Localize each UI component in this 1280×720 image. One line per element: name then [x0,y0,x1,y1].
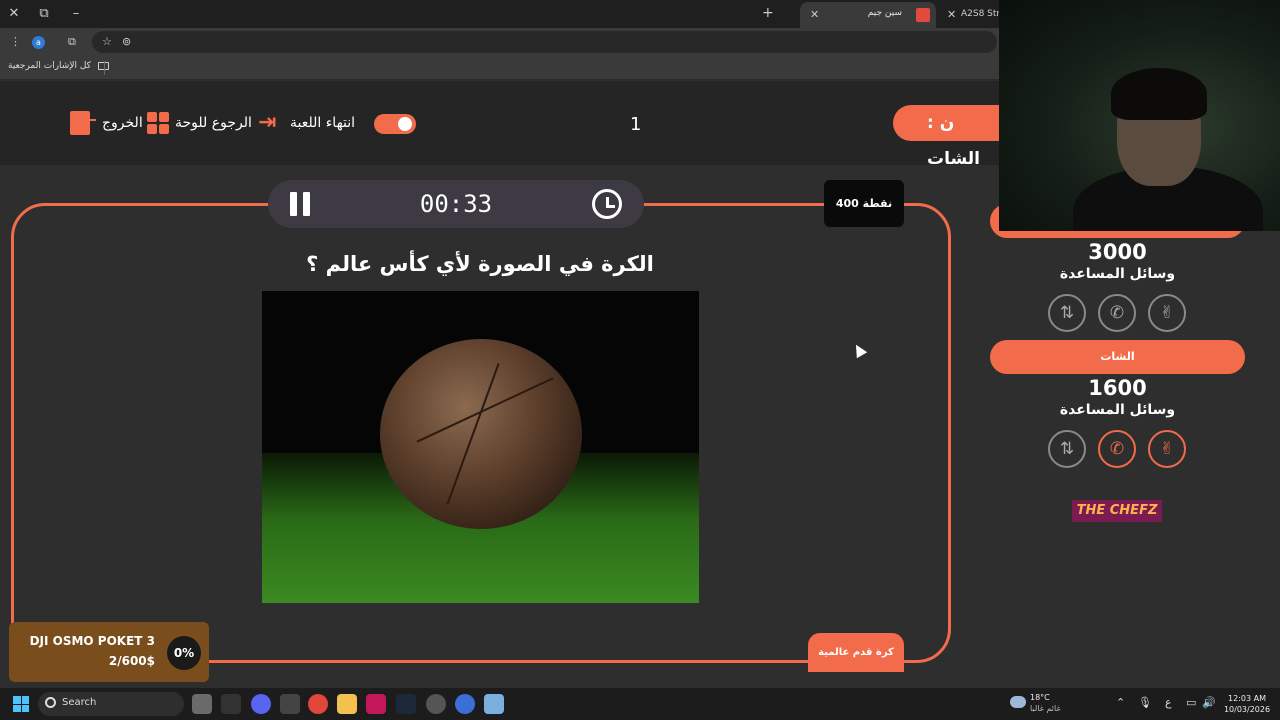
steam-icon[interactable] [396,694,416,714]
team-1-score: 3000 [1088,240,1147,264]
donation-goal-widget: DJI OSMO POKET 3 2/600$ 0% [9,622,209,682]
search-icon [45,697,56,708]
question-image [262,291,699,603]
app-icon[interactable] [280,694,300,714]
menu-dots-icon[interactable]: ⋮ [10,35,21,49]
chevron-up-icon[interactable]: ⌃ [1116,696,1125,709]
tab-title: سين جيم [867,8,902,18]
system-clock[interactable]: 12:03 AM 10/03/2026 [1222,693,1272,715]
clock-date: 10/03/2026 [1223,705,1271,714]
back-to-board-label: الرجوع للوحة [175,115,252,131]
epic-games-icon[interactable] [221,694,241,714]
windows-taskbar: Search 18°C غائم غالبا ⌃ 🎙 ع ▭ 🔊 12:03 A… [0,688,1280,720]
reset-timer-icon[interactable] [592,189,622,219]
team-2-aids-title: وسائل المساعدة [1059,402,1176,418]
cloud-icon [1010,696,1026,708]
extensions-icon[interactable]: ⧉ [68,35,76,49]
obs-icon[interactable] [426,694,446,714]
peace-hand-icon[interactable]: ✌ [1148,430,1186,468]
question-text: الكرة في الصورة لأي كأس عالم ؟ [306,252,654,276]
file-explorer-icon[interactable] [337,694,357,714]
swap-icon[interactable]: ⇅ [1048,294,1086,332]
photos-icon[interactable] [484,694,504,714]
phone-icon[interactable]: ✆ [1098,294,1136,332]
donation-amount: 2/600$ [108,654,155,668]
all-bookmarks-label: كل الإشارات المرجعية [8,61,91,71]
tab-inactive[interactable]: ✕ A2S8 Strea [945,2,1011,28]
profile-avatar[interactable]: a [32,36,45,49]
microphone-icon[interactable]: 🎙 [1138,696,1152,709]
team-1-aids-title: وسائل المساعدة [1059,266,1176,282]
tab-close-icon[interactable]: ✕ [947,8,956,21]
donation-title: DJI OSMO POKET 3 [29,634,155,648]
swap-icon[interactable]: ⇅ [1048,430,1086,468]
search-placeholder: Search [62,697,97,708]
peace-hand-icon[interactable]: ✌ [1148,294,1186,332]
taskbar-search[interactable]: Search [38,692,184,716]
logo-chefz: CHEFZ [1109,503,1158,518]
network-icon[interactable]: ▭ [1186,696,1196,709]
exit-button[interactable]: الخروج [70,109,143,137]
end-game-button[interactable]: ⇥ انتهاء اللعبة [258,109,355,137]
close-window-icon[interactable]: ✕ [4,4,24,24]
points-badge: 400 نقطة [824,180,904,227]
bookmark-star-icon[interactable]: ☆ [102,35,112,49]
task-view-icon[interactable] [192,694,212,714]
tab-active[interactable]: ✕ سين جيم [800,2,936,28]
chrome-profile-icon[interactable] [455,694,475,714]
end-game-label: انتهاء اللعبة [290,115,356,131]
current-team-pill: ن : الشات [893,105,1013,169]
weather-temp: 18°C [1030,693,1050,702]
settings-toggle[interactable] [374,114,416,134]
board-grid-icon [147,112,169,134]
reader-icon[interactable]: ⊚ [122,35,131,49]
language-indicator[interactable]: ع [1165,696,1172,709]
donation-percent: 0% [167,636,201,670]
webcam-person-hair [1111,68,1207,120]
exit-door-icon [70,111,96,135]
new-tab-button[interactable]: + [762,5,774,21]
vintage-football [380,339,582,529]
windows-start-icon[interactable] [13,696,29,712]
chrome-icon[interactable] [308,694,328,714]
timer-display: 00:33 [419,190,493,218]
volume-icon[interactable]: 🔊 [1202,696,1216,709]
tab-close-icon[interactable]: ✕ [810,8,819,21]
weather-desc: غائم غالبا [1030,704,1061,713]
address-bar[interactable]: ☆ ⊚ [92,31,997,53]
discord-icon[interactable] [251,694,271,714]
back-to-board-button[interactable]: الرجوع للوحة [147,109,252,137]
round-number: 1 [630,114,642,135]
tab-favicon-icon [916,8,930,22]
logo-the: THE [1076,503,1110,518]
end-game-arrow-icon: ⇥ [258,110,277,135]
team-2-bar: الشات [990,340,1245,374]
maximize-window-icon[interactable]: ⧉ [34,4,54,24]
the-chefz-logo: THE CHEFZ [1072,500,1162,522]
webcam-overlay [999,0,1280,231]
all-bookmarks-link[interactable]: كل الإشارات المرجعية [8,61,109,71]
team-2-score: 1600 [1088,376,1147,400]
clock-time: 12:03 AM [1228,694,1266,703]
timer-bar: 00:33 [268,180,644,228]
minimize-window-icon[interactable]: – [66,4,86,24]
answer-button[interactable]: كرة قدم عالمية [808,633,904,672]
adobe-icon[interactable] [366,694,386,714]
bookmarks-divider [104,61,105,75]
phone-icon[interactable]: ✆ [1098,430,1136,468]
exit-label: الخروج [102,115,143,131]
